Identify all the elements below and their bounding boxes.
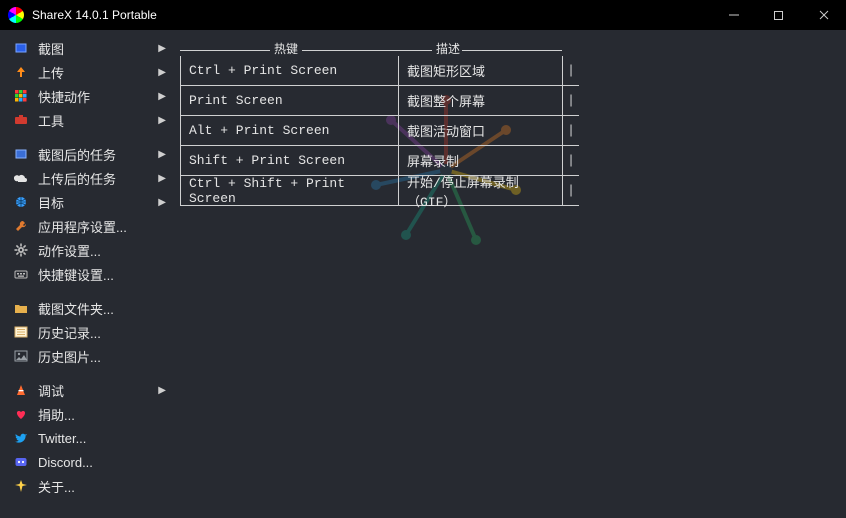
hotkey-cell: Ctrl + Print Screen (181, 56, 399, 85)
chevron-right-icon: ▶ (158, 385, 168, 396)
discord-icon (12, 455, 30, 469)
sidebar-item[interactable]: 目标 ▶ (0, 190, 176, 214)
row-trailing-pipe: | (563, 183, 579, 198)
hotkey-desc-cell: 截图矩形区域 (399, 56, 563, 85)
sidebar-item[interactable]: Twitter... (0, 426, 176, 450)
sidebar-item-label: Twitter... (38, 431, 86, 446)
sidebar-item-label: 截图后的任务 (38, 145, 116, 164)
window-title: ShareX 14.0.1 Portable (32, 8, 157, 22)
sidebar: 截图 ▶ 上传 ▶ 快捷动作 ▶ 工具 ▶ 截图后的任务 ▶ 上传后的任务 ▶ 目标 ▶ 应用程序设置...… (0, 30, 176, 518)
apps-icon (12, 89, 30, 103)
hotkey-desc-cell: 截图整个屏幕 (399, 86, 563, 115)
about-icon (12, 479, 30, 493)
hotkey-cell: Shift + Print Screen (181, 146, 399, 175)
chevron-right-icon: ▶ (158, 91, 168, 102)
folder-icon (12, 301, 30, 315)
history-icon (12, 325, 30, 339)
hotkey-row: Ctrl + Shift + Print Screen开始/停止屏幕录制（GIF… (180, 176, 579, 206)
minimize-button[interactable] (711, 0, 756, 30)
hotkey-table-header: 热键 描述 (180, 44, 579, 56)
sidebar-item[interactable]: 动作设置... (0, 238, 176, 262)
main-pane: 热键 描述 Ctrl + Print Screen截图矩形区域|Print Sc… (176, 30, 846, 518)
sidebar-item-label: 历史记录... (38, 323, 101, 342)
chevron-right-icon: ▶ (158, 67, 168, 78)
maximize-button[interactable] (756, 0, 801, 30)
hotkey-cell: Print Screen (181, 86, 399, 115)
row-trailing-pipe: | (563, 93, 579, 108)
sidebar-item-label: 工具 (38, 111, 64, 130)
hotkey-desc-cell: 截图活动窗口 (399, 116, 563, 145)
sidebar-item[interactable]: 快捷动作 ▶ (0, 84, 176, 108)
sidebar-item[interactable]: 调试 ▶ (0, 378, 176, 402)
settings-icon (12, 219, 30, 233)
after-capture-icon (12, 147, 30, 161)
sidebar-item[interactable]: 历史记录... (0, 320, 176, 344)
chevron-right-icon: ▶ (158, 173, 168, 184)
header-desc-label: 描述 (434, 40, 462, 57)
sidebar-item-label: 关于... (38, 477, 75, 496)
app-body: 截图 ▶ 上传 ▶ 快捷动作 ▶ 工具 ▶ 截图后的任务 ▶ 上传后的任务 ▶ 目标 ▶ 应用程序设置...… (0, 30, 846, 518)
sidebar-item[interactable]: 截图 ▶ (0, 36, 176, 60)
twitter-icon (12, 431, 30, 445)
sidebar-item[interactable]: 历史图片... (0, 344, 176, 368)
chevron-right-icon: ▶ (158, 115, 168, 126)
sidebar-item[interactable]: Discord... (0, 450, 176, 474)
sidebar-item-label: 截图 (38, 39, 64, 58)
row-trailing-pipe: | (563, 153, 579, 168)
row-trailing-pipe: | (563, 123, 579, 138)
sidebar-item[interactable]: 截图文件夹... (0, 296, 176, 320)
sidebar-item-label: 上传后的任务 (38, 169, 116, 188)
hotkey-row: Print Screen截图整个屏幕| (180, 86, 579, 116)
sidebar-item[interactable]: 工具 ▶ (0, 108, 176, 132)
header-hotkey-label: 热键 (272, 40, 300, 57)
sidebar-item-label: 快捷动作 (38, 87, 90, 106)
gear-icon (12, 243, 30, 257)
sidebar-item-label: 快捷键设置... (38, 265, 114, 284)
upload-icon (12, 65, 30, 79)
app-icon (8, 7, 24, 23)
hotkey-cell: Ctrl + Shift + Print Screen (181, 176, 399, 205)
hotkey-cell: Alt + Print Screen (181, 116, 399, 145)
target-icon (12, 195, 30, 209)
sidebar-item[interactable]: 上传 ▶ (0, 60, 176, 84)
capture-icon (12, 41, 30, 55)
chevron-right-icon: ▶ (158, 43, 168, 54)
sidebar-item-label: 截图文件夹... (38, 299, 114, 318)
sidebar-item-label: 上传 (38, 63, 64, 82)
sidebar-item-label: 历史图片... (38, 347, 101, 366)
sidebar-item-label: Discord... (38, 455, 93, 470)
titlebar[interactable]: ShareX 14.0.1 Portable (0, 0, 846, 30)
sidebar-item-label: 动作设置... (38, 241, 101, 260)
heart-icon (12, 407, 30, 421)
hotkey-row: Alt + Print Screen截图活动窗口| (180, 116, 579, 146)
hotkey-table: 热键 描述 Ctrl + Print Screen截图矩形区域|Print Sc… (180, 44, 579, 206)
sidebar-item-label: 调试 (38, 381, 64, 400)
sidebar-item[interactable]: 上传后的任务 ▶ (0, 166, 176, 190)
image-history-icon (12, 349, 30, 363)
sidebar-item[interactable]: 捐助... (0, 402, 176, 426)
hotkey-desc-cell: 开始/停止屏幕录制（GIF） (399, 176, 563, 205)
sidebar-item[interactable]: 截图后的任务 ▶ (0, 142, 176, 166)
chevron-right-icon: ▶ (158, 149, 168, 160)
sidebar-item-label: 目标 (38, 193, 64, 212)
sidebar-item[interactable]: 关于... (0, 474, 176, 498)
sidebar-item[interactable]: 应用程序设置... (0, 214, 176, 238)
app-window: ShareX 14.0.1 Portable 截图▶上传▶快捷动作▶工具▶截图后… (0, 0, 846, 518)
sidebar-item-label: 应用程序设置... (38, 217, 127, 236)
close-button[interactable] (801, 0, 846, 30)
toolbox-icon (12, 113, 30, 127)
sidebar-item-label: 捐助... (38, 405, 75, 424)
sidebar-item[interactable]: 快捷键设置... (0, 262, 176, 286)
row-trailing-pipe: | (563, 63, 579, 78)
hotkey-row: Ctrl + Print Screen截图矩形区域| (180, 56, 579, 86)
debug-icon (12, 383, 30, 397)
keyboard-icon (12, 267, 30, 281)
chevron-right-icon: ▶ (158, 197, 168, 208)
after-upload-icon (12, 171, 30, 185)
